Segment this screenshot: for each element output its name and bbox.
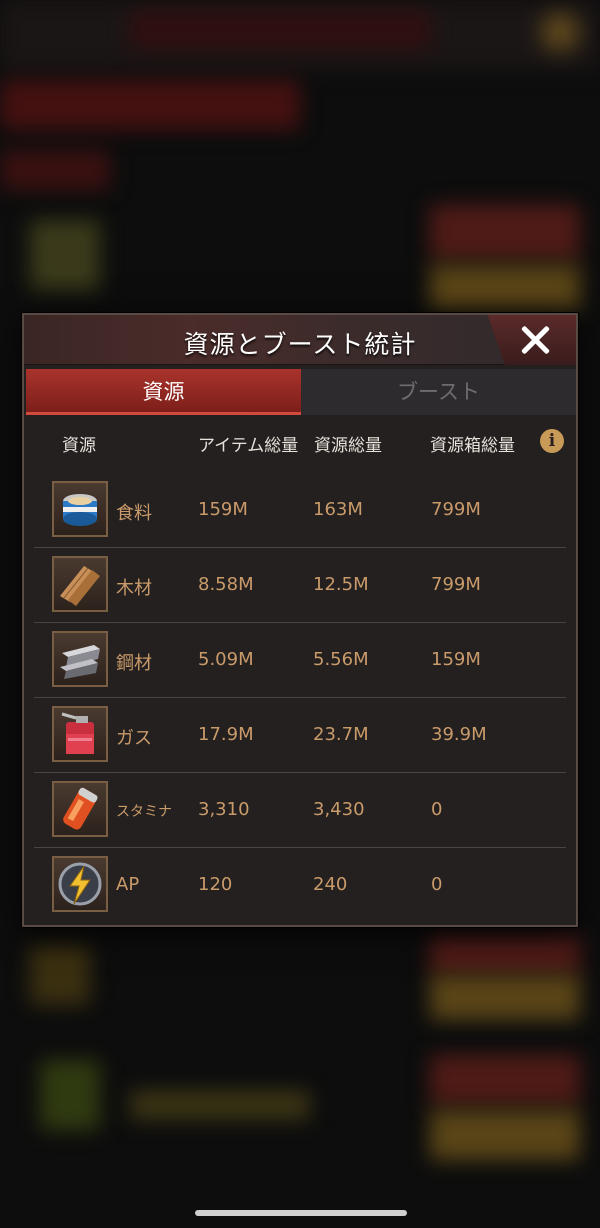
lightning-badge-icon [52, 856, 108, 912]
column-header-resource: 資源 [62, 436, 96, 456]
resource-name: スタミナ [116, 804, 172, 820]
box-total-value: 39.9M [431, 724, 487, 745]
resource-total-value: 3,430 [313, 799, 365, 820]
stamina-can-icon [52, 781, 108, 837]
table-row: ガス 17.9M 23.7M 39.9M [34, 698, 566, 773]
table-row: 食料 159M 163M 799M [34, 473, 566, 548]
table-row: 木材 8.58M 12.5M 799M [34, 548, 566, 623]
home-indicator[interactable] [195, 1210, 407, 1216]
dialog-header: 資源とブースト統計 [24, 315, 576, 365]
resource-name: 鋼材 [116, 653, 152, 674]
item-total-value: 17.9M [198, 724, 254, 745]
box-total-value: 799M [431, 499, 481, 520]
table-row: AP 120 240 0 [34, 848, 566, 923]
info-icon[interactable]: i [540, 429, 564, 453]
resource-table: 食料 159M 163M 799M 木材 8.58M 12.5M 799M 鋼材… [34, 473, 566, 923]
item-total-value: 5.09M [198, 649, 254, 670]
gas-can-icon [52, 706, 108, 762]
resource-name: AP [116, 874, 140, 895]
box-total-value: 159M [431, 649, 481, 670]
item-total-value: 8.58M [198, 574, 254, 595]
column-header-resource-total: 資源総量 [314, 436, 382, 456]
tab-boost[interactable]: ブースト [301, 369, 576, 415]
table-header: 資源 アイテム総量 資源総量 資源箱総量 i [24, 427, 576, 463]
wood-planks-icon [52, 556, 108, 612]
box-total-value: 0 [431, 799, 443, 820]
table-row: スタミナ 3,310 3,430 0 [34, 773, 566, 848]
resource-total-value: 5.56M [313, 649, 369, 670]
column-header-box-total: 資源箱総量 [430, 436, 515, 456]
canned-food-icon [52, 481, 108, 537]
item-total-value: 120 [198, 874, 233, 895]
resource-total-value: 23.7M [313, 724, 369, 745]
table-row: 鋼材 5.09M 5.56M 159M [34, 623, 566, 698]
column-header-item-total: アイテム総量 [198, 436, 299, 456]
close-icon[interactable] [516, 321, 554, 359]
item-total-value: 159M [198, 499, 248, 520]
tab-bar: 資源 ブースト [26, 369, 576, 415]
box-total-value: 0 [431, 874, 443, 895]
resource-total-value: 12.5M [313, 574, 369, 595]
box-total-value: 799M [431, 574, 481, 595]
resource-name: 木材 [116, 578, 152, 599]
steel-ingot-icon [52, 631, 108, 687]
resource-total-value: 240 [313, 874, 348, 895]
resource-name: 食料 [116, 503, 152, 524]
resource-name: ガス [116, 728, 152, 749]
tab-resources[interactable]: 資源 [26, 369, 301, 415]
item-total-value: 3,310 [198, 799, 250, 820]
resource-total-value: 163M [313, 499, 363, 520]
resource-stats-dialog: 資源とブースト統計 資源 ブースト 資源 アイテム総量 資源総量 資源箱総量 i [22, 313, 578, 927]
